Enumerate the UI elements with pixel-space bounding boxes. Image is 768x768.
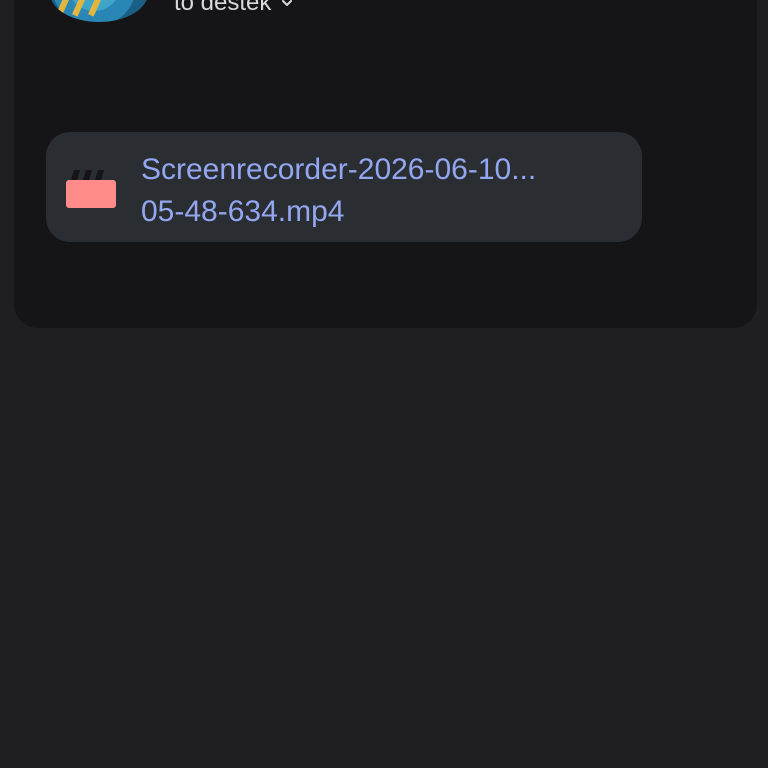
file-name-line-2: 05-48-634.mp4 <box>141 195 345 228</box>
chevron-down-icon[interactable] <box>281 0 293 9</box>
clapperboard-icon <box>66 170 116 208</box>
avatar-stripe-icon <box>88 0 118 17</box>
recipient-label: to destek <box>174 0 272 16</box>
email-screen: to destek Screenrecorder-2026-06-10... 0… <box>0 0 768 768</box>
attachment-chip[interactable]: Screenrecorder-2026-06-10... 05-48-634.m… <box>46 132 642 242</box>
message-card: to destek Screenrecorder-2026-06-10... 0… <box>14 0 757 328</box>
recipient-row[interactable]: to destek <box>174 0 293 15</box>
sender-avatar <box>50 0 148 22</box>
file-name-line-1: Screenrecorder-2026-06-10... <box>141 153 537 186</box>
attachment-file-name[interactable]: Screenrecorder-2026-06-10... 05-48-634.m… <box>141 149 611 233</box>
